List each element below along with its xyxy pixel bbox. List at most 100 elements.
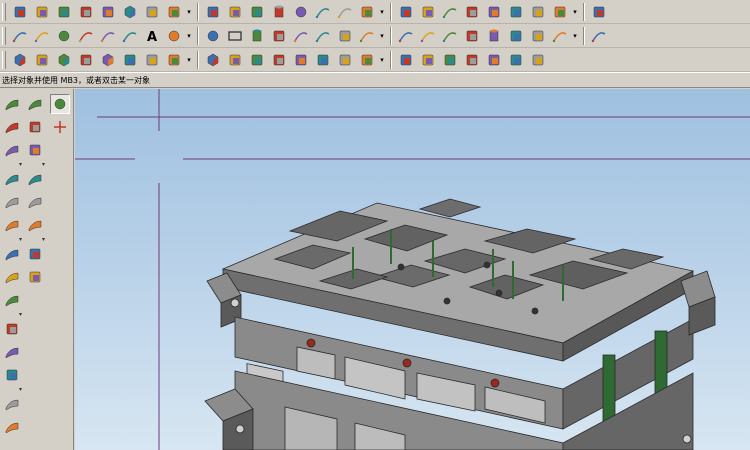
circle-tool-button[interactable] [54, 26, 74, 46]
line-button[interactable] [313, 2, 333, 22]
line-tool-button[interactable] [10, 26, 30, 46]
bounded-plane-button[interactable] [2, 215, 22, 235]
large-surface-button[interactable] [2, 394, 22, 414]
blend-button[interactable] [484, 2, 504, 22]
clone-button[interactable] [506, 50, 526, 70]
mold-base-button[interactable] [203, 50, 223, 70]
paste-button[interactable] [32, 2, 52, 22]
styled-blend-button[interactable] [25, 140, 45, 160]
cavity-layout-button[interactable] [76, 50, 96, 70]
trim-tool-button[interactable] [357, 50, 377, 70]
draft-surface-button[interactable] [25, 192, 45, 212]
spline-button[interactable] [76, 26, 96, 46]
delete-button[interactable] [528, 50, 548, 70]
view-manager-button[interactable] [462, 50, 482, 70]
insert-button[interactable] [98, 50, 118, 70]
section-curve-button[interactable] [396, 26, 416, 46]
sphere-button[interactable] [291, 2, 311, 22]
toolbar-dropdown-arrow[interactable]: ▾ [571, 2, 579, 22]
toolbar-dropdown-arrow[interactable]: ▾ [42, 162, 45, 168]
offset-curve-button[interactable] [120, 26, 140, 46]
mold-wizard-button[interactable] [10, 50, 30, 70]
toolbar-dropdown-arrow[interactable]: ▾ [42, 237, 45, 243]
extrude-surface-button[interactable] [25, 94, 45, 114]
conic-button[interactable] [98, 26, 118, 46]
bom-button[interactable] [418, 50, 438, 70]
sketch-button[interactable] [203, 2, 223, 22]
toolbar-grip[interactable] [2, 50, 6, 69]
mesh-button[interactable] [269, 26, 289, 46]
select-filter-button[interactable] [10, 2, 30, 22]
point-button[interactable] [164, 26, 184, 46]
trim-button[interactable] [550, 2, 570, 22]
project-button[interactable] [335, 26, 355, 46]
standard-parts-button[interactable] [225, 50, 245, 70]
graphics-viewport[interactable] [75, 89, 750, 450]
toolbar-dropdown-arrow[interactable]: ▾ [185, 26, 193, 46]
unbend-button[interactable] [25, 267, 45, 287]
layer-button[interactable] [98, 2, 118, 22]
spread-button[interactable] [25, 244, 45, 264]
cylinder-button[interactable] [269, 2, 289, 22]
corner-button[interactable] [589, 2, 609, 22]
ejector-button[interactable] [164, 50, 184, 70]
trim-surface-button[interactable] [2, 267, 22, 287]
chamfer-button[interactable] [506, 2, 526, 22]
mesh-surface-button[interactable] [2, 140, 22, 160]
sliders-button[interactable] [142, 50, 162, 70]
ruled-surface-button[interactable] [2, 117, 22, 137]
revolve-button[interactable] [396, 2, 416, 22]
wcs-button[interactable] [50, 117, 70, 137]
offset-surface-button[interactable] [2, 244, 22, 264]
section-surface-button[interactable] [2, 192, 22, 212]
wrap-button[interactable] [462, 26, 482, 46]
arc-tool-button[interactable] [32, 26, 52, 46]
mold-base-model[interactable] [204, 198, 716, 450]
toolbar-dropdown-arrow[interactable]: ▾ [19, 387, 22, 393]
runner-button[interactable] [269, 50, 289, 70]
cooling-button[interactable] [313, 50, 333, 70]
unused-parts-button[interactable] [484, 50, 504, 70]
face-blend-button[interactable] [25, 117, 45, 137]
toolbar-dropdown-arrow[interactable]: ▾ [185, 2, 193, 22]
tube-button[interactable] [484, 26, 504, 46]
image-button[interactable] [225, 2, 245, 22]
combine-button[interactable] [528, 26, 548, 46]
drawing-button[interactable] [440, 50, 460, 70]
pocket-button[interactable] [418, 2, 438, 22]
electrode-button[interactable] [335, 50, 355, 70]
shaded-cube-button[interactable] [120, 2, 140, 22]
join-curve-button[interactable] [440, 26, 460, 46]
sweep-button[interactable] [462, 2, 482, 22]
snap-point-button[interactable] [50, 94, 70, 114]
gate-button[interactable] [291, 50, 311, 70]
toolbar-dropdown-arrow[interactable]: ▾ [19, 312, 22, 318]
scale-curve-button[interactable] [550, 26, 570, 46]
thicken-button[interactable] [2, 365, 22, 385]
flange-surface-button[interactable] [25, 215, 45, 235]
fillet-curve-button[interactable] [291, 26, 311, 46]
bridge-curve-button[interactable] [313, 26, 333, 46]
intersect-curve-button[interactable] [357, 26, 377, 46]
isoparam-button[interactable] [506, 26, 526, 46]
toolbar-dropdown-arrow[interactable]: ▾ [378, 2, 386, 22]
toolbar-dropdown-arrow[interactable]: ▾ [378, 26, 386, 46]
zoom-tools-button[interactable] [76, 2, 96, 22]
arc-button[interactable] [335, 2, 355, 22]
init-project-button[interactable] [32, 50, 52, 70]
extend-surface-button[interactable] [2, 290, 22, 310]
toolbar-grip[interactable] [2, 2, 6, 21]
curve-button[interactable] [440, 2, 460, 22]
toolbar-grip[interactable] [2, 26, 6, 45]
point-set-button[interactable] [203, 26, 223, 46]
rotate-button[interactable] [54, 2, 74, 22]
toolbar-dropdown-arrow[interactable]: ▾ [185, 50, 193, 70]
workpiece-button[interactable] [54, 50, 74, 70]
toolbar-dropdown-arrow[interactable]: ▾ [571, 26, 579, 46]
pocket-tool-button[interactable] [396, 50, 416, 70]
parting-button[interactable] [120, 50, 140, 70]
extract-curve-button[interactable] [418, 26, 438, 46]
extrude-button[interactable] [357, 2, 377, 22]
toolbar-dropdown-arrow[interactable]: ▾ [19, 162, 22, 168]
offset-button[interactable] [528, 2, 548, 22]
